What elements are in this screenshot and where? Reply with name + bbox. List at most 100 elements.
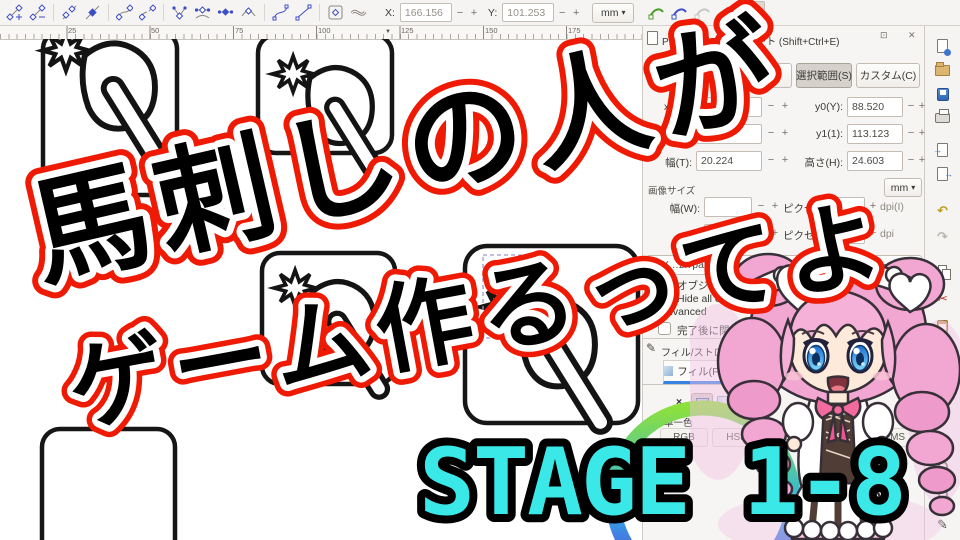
line-to-curve-button[interactable]: [270, 2, 291, 23]
insert-node-button[interactable]: [4, 2, 25, 23]
object-to-path-button[interactable]: [325, 2, 346, 23]
cut-button[interactable]: ✂: [929, 286, 956, 310]
pixels-label: ピクセル: [783, 230, 825, 242]
print-button[interactable]: [929, 106, 956, 130]
y-decrement-button[interactable]: −: [556, 7, 568, 19]
dock-minimize-button[interactable]: ⊡: [880, 30, 888, 41]
image-height-increment-button[interactable]: +: [769, 227, 781, 239]
undo-button[interactable]: ↶: [929, 198, 956, 222]
show-bezier-handles-toggle[interactable]: [742, 1, 766, 24]
x-increment-button[interactable]: +: [468, 7, 480, 19]
duplicate-button[interactable]: [929, 258, 956, 282]
image-height-decrement-button[interactable]: −: [755, 227, 767, 239]
export-unit-dropdown[interactable]: mm ▾: [884, 178, 922, 197]
hide-except-selected-checkbox[interactable]: [658, 292, 671, 305]
export-area-drawing-button[interactable]: 全体(D): [735, 63, 792, 88]
zoom-selection-button[interactable]: [929, 454, 956, 478]
x0-increment-button[interactable]: +: [779, 100, 791, 112]
x1-decrement-button[interactable]: −: [765, 127, 777, 139]
delete-node-button[interactable]: [27, 2, 48, 23]
area-width-decrement-button[interactable]: −: [765, 154, 777, 166]
x-coordinate-input[interactable]: [399, 3, 452, 22]
x1-increment-button[interactable]: +: [779, 127, 791, 139]
edit-path-effect-button[interactable]: [669, 2, 690, 23]
tab-stroke[interactable]: ストローク: [745, 360, 837, 384]
new-document-button[interactable]: [929, 34, 956, 58]
area-width-input[interactable]: [696, 151, 762, 171]
image-size-section-label: 画像サイズ: [648, 186, 696, 197]
stroke-swatch-icon: [749, 367, 759, 377]
dpi-increment-button[interactable]: +: [867, 227, 879, 239]
pixels-label: ピクセル、: [783, 203, 836, 215]
close-after-export-checkbox[interactable]: [658, 322, 671, 335]
export-area-selection-button[interactable]: 選択範囲(S): [796, 63, 852, 88]
image-width-decrement-button[interactable]: −: [755, 200, 767, 212]
tab-cms[interactable]: CMS: [866, 428, 922, 447]
tab-hsv[interactable]: HSV: [764, 428, 812, 447]
join-segment-button[interactable]: [114, 2, 135, 23]
paste-button[interactable]: [929, 314, 956, 338]
save-document-button[interactable]: [929, 82, 956, 106]
toolbar-separator: [163, 4, 164, 21]
curve-to-line-button[interactable]: [293, 2, 314, 23]
drawing-canvas[interactable]: [0, 39, 642, 540]
close-after-export-label: 完了後に閉じる: [677, 325, 751, 337]
join-node-button[interactable]: [82, 2, 103, 23]
x1-input[interactable]: [696, 124, 762, 144]
dpi-increment-button[interactable]: +: [867, 200, 879, 212]
flat-color-button[interactable]: [691, 393, 713, 415]
toolbar-separator: [264, 4, 265, 21]
open-document-button[interactable]: [929, 58, 956, 82]
edit-clip-path-button[interactable]: [692, 2, 713, 23]
radial-gradient-button[interactable]: [739, 396, 755, 412]
corner-node-button[interactable]: [169, 2, 190, 23]
ruler-tick-label: 125: [401, 26, 414, 35]
y0-input[interactable]: [847, 97, 903, 117]
y-coordinate-input[interactable]: [502, 3, 555, 22]
filename-input[interactable]: [647, 255, 843, 275]
tab-hsl[interactable]: HSL: [712, 428, 760, 447]
zoom-drawing-button[interactable]: [929, 482, 956, 506]
export-button[interactable]: [929, 162, 956, 186]
break-node-button[interactable]: [59, 2, 80, 23]
next-path-effect-button[interactable]: [646, 2, 667, 23]
image-height-input[interactable]: [704, 224, 752, 244]
import-button[interactable]: [929, 138, 956, 162]
unit-dropdown[interactable]: mm ▾: [592, 2, 635, 23]
y-increment-button[interactable]: +: [570, 7, 582, 19]
batch-export-checkbox[interactable]: [658, 277, 671, 290]
advanced-expander-icon[interactable]: ▶: [648, 308, 653, 316]
image-width-increment-button[interactable]: +: [769, 200, 781, 212]
inkscape-window: X: − + Y: − + mm▾ ✕ 25 50 75 100 125 150…: [0, 0, 960, 540]
delete-segment-button[interactable]: [137, 2, 158, 23]
dock-close-button[interactable]: ✕: [908, 30, 916, 41]
export-to-button[interactable]: エクスポート先(F)...: [849, 255, 922, 275]
tab-rgb[interactable]: RGB: [660, 428, 708, 447]
y1-input[interactable]: [847, 124, 903, 144]
export-area-custom-button[interactable]: カスタム(C): [856, 63, 920, 88]
dpi-label: dpi: [880, 228, 895, 240]
x0-input[interactable]: [696, 97, 762, 117]
symmetric-node-button[interactable]: [215, 2, 236, 23]
fill-none-button[interactable]: ×: [676, 396, 682, 408]
dpi-input[interactable]: [835, 197, 865, 217]
fill-stroke-shortcut-button[interactable]: ✎: [929, 512, 956, 536]
flat-color-section-label: 単一色: [664, 418, 693, 429]
stroke-to-path-button[interactable]: [348, 2, 369, 23]
x0-decrement-button[interactable]: −: [765, 100, 777, 112]
smooth-node-button[interactable]: [192, 2, 213, 23]
advanced-expander-label[interactable]: Advanced: [660, 306, 707, 318]
show-transform-handles-icon[interactable]: ✕: [723, 5, 734, 21]
redo-button[interactable]: ↷: [929, 224, 956, 248]
hide-except-selected-label: Hide all except selected: [677, 293, 788, 305]
linear-gradient-button[interactable]: [717, 396, 733, 412]
horizontal-ruler[interactable]: 25 50 75 100 125 150 175 ▼: [0, 26, 642, 40]
area-width-increment-button[interactable]: +: [779, 154, 791, 166]
dpi-input[interactable]: [835, 224, 865, 244]
image-width-input[interactable]: [704, 197, 752, 217]
toolbar-separator: [319, 4, 320, 21]
x-decrement-button[interactable]: −: [454, 7, 466, 19]
auto-smooth-node-button[interactable]: [238, 2, 259, 23]
tab-fill[interactable]: フィル(F): [663, 360, 723, 384]
area-height-input[interactable]: [847, 151, 903, 171]
